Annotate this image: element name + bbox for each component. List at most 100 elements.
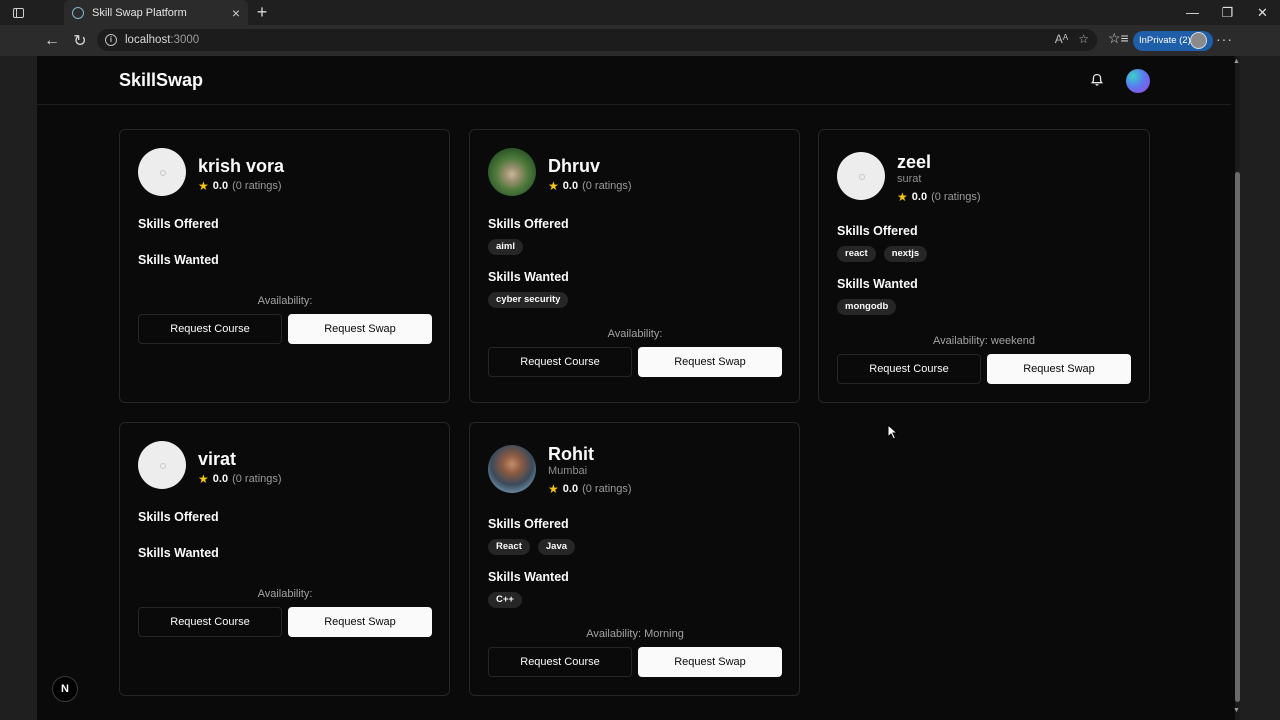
favorites-icon[interactable]: ☆≡ [1108, 30, 1129, 47]
skill-tag: react [837, 246, 876, 262]
star-icon: ★ [198, 472, 209, 486]
star-icon: ★ [548, 179, 559, 193]
address-bar: ← ↻ i localhost:3000 Aᴬ ☆ [0, 25, 1280, 56]
scroll-down-icon[interactable]: ▼ [1233, 707, 1240, 714]
skills-wanted-heading: Skills Wanted [138, 253, 219, 267]
user-location: surat [897, 173, 922, 185]
skill-tag: cyber security [488, 292, 569, 308]
minimize-icon[interactable]: — [1175, 0, 1210, 25]
request-course-button[interactable]: Request Course [837, 354, 981, 384]
user-name: virat [198, 449, 237, 469]
request-swap-button[interactable]: Request Swap [638, 647, 782, 677]
user-rating: ★ 0.0 (0 ratings) [548, 179, 632, 193]
skills-wanted-heading: Skills Wanted [488, 570, 569, 584]
site-info-icon[interactable]: i [105, 34, 117, 46]
window-controls: — ❐ ✕ [1175, 0, 1280, 25]
star-icon: ★ [548, 482, 559, 496]
skill-tag: C++ [488, 592, 522, 608]
refresh-icon[interactable]: ↻ [66, 27, 94, 55]
url-actions: Aᴬ ☆ [1055, 32, 1089, 46]
scroll-up-icon[interactable]: ▲ [1233, 58, 1240, 65]
skills-offered-tags: react nextjs [837, 246, 928, 262]
user-card: virat ★ 0.0 (0 ratings) Skills Offered S… [119, 422, 450, 696]
window-left-edge [0, 56, 37, 720]
ratings-count: (0 ratings) [931, 191, 981, 203]
user-rating: ★ 0.0 (0 ratings) [548, 482, 632, 496]
user-rating: ★ 0.0 (0 ratings) [897, 190, 981, 204]
tab-actions-icon[interactable] [0, 0, 36, 25]
skill-tag: mongodb [837, 299, 897, 315]
request-course-button[interactable]: Request Course [488, 647, 632, 677]
site-header: SkillSwap [37, 56, 1231, 105]
avatar [138, 148, 186, 196]
avatar [837, 152, 885, 200]
user-name: Dhruv [548, 156, 601, 176]
star-icon: ★ [897, 190, 908, 204]
skill-tag: aiml [488, 239, 524, 255]
rating-value: 0.0 [911, 191, 928, 203]
browser-titlebar: Skill Swap Platform × + — ❐ ✕ [0, 0, 1280, 25]
restore-icon[interactable]: ❐ [1210, 0, 1245, 25]
url-text: localhost:3000 [125, 34, 200, 46]
request-course-button[interactable]: Request Course [138, 607, 282, 637]
skills-offered-heading: Skills Offered [138, 510, 219, 524]
brand-logo[interactable]: SkillSwap [119, 70, 203, 91]
user-name: zeel [897, 152, 932, 172]
favorite-star-icon[interactable]: ☆ [1078, 32, 1089, 46]
request-swap-button[interactable]: Request Swap [288, 314, 432, 344]
url-field[interactable]: i localhost:3000 Aᴬ ☆ [97, 29, 1097, 51]
availability-text: Availability: [257, 588, 313, 600]
skills-offered-heading: Skills Offered [837, 224, 918, 238]
ratings-count: (0 ratings) [232, 180, 282, 192]
react-favicon-icon [72, 6, 84, 19]
skills-offered-heading: Skills Offered [488, 517, 569, 531]
skills-wanted-heading: Skills Wanted [488, 270, 569, 284]
skills-offered-heading: Skills Offered [488, 217, 569, 231]
skills-wanted-tags: mongodb [837, 299, 897, 315]
ratings-count: (0 ratings) [582, 483, 632, 495]
new-tab-icon[interactable]: + [254, 2, 270, 22]
request-course-button[interactable]: Request Course [488, 347, 632, 377]
request-swap-button[interactable]: Request Swap [288, 607, 432, 637]
tab-title: Skill Swap Platform [92, 6, 187, 19]
tab-close-icon[interactable]: × [232, 6, 240, 20]
profile-avatar[interactable] [1190, 32, 1207, 49]
ratings-count: (0 ratings) [232, 473, 282, 485]
rating-value: 0.0 [562, 483, 579, 495]
skills-wanted-tags: cyber security [488, 292, 569, 308]
skill-tag: nextjs [883, 246, 928, 262]
user-card: krish vora ★ 0.0 (0 ratings) Skills Offe… [119, 129, 450, 403]
user-location: Mumbai [548, 465, 588, 477]
scrollbar-thumb[interactable] [1235, 172, 1240, 702]
avatar [138, 441, 186, 489]
avatar [488, 445, 536, 493]
availability-text: Availability: weekend [933, 335, 1035, 347]
page-content: SkillSwap krish vora ★ 0.0 (0 ratings) S… [37, 56, 1231, 720]
window-right-edge [1240, 56, 1280, 720]
skills-wanted-heading: Skills Wanted [138, 546, 219, 560]
nextjs-dev-badge[interactable]: N [52, 676, 78, 702]
skills-wanted-tags: C++ [488, 592, 522, 608]
user-name: Rohit [548, 444, 594, 464]
request-swap-button[interactable]: Request Swap [987, 354, 1131, 384]
user-rating: ★ 0.0 (0 ratings) [198, 472, 282, 486]
more-options-icon[interactable]: ··· [1216, 31, 1233, 47]
notification-bell-icon[interactable] [1089, 72, 1105, 88]
close-window-icon[interactable]: ✕ [1245, 0, 1280, 25]
read-aloud-icon[interactable]: Aᴬ [1055, 32, 1068, 46]
rating-value: 0.0 [212, 180, 229, 192]
avatar [488, 148, 536, 196]
user-avatar[interactable] [1126, 69, 1150, 93]
user-rating: ★ 0.0 (0 ratings) [198, 179, 282, 193]
request-course-button[interactable]: Request Course [138, 314, 282, 344]
user-name: krish vora [198, 156, 285, 176]
user-card: Rohit Mumbai ★ 0.0 (0 ratings) Skills Of… [469, 422, 800, 696]
request-swap-button[interactable]: Request Swap [638, 347, 782, 377]
skills-offered-heading: Skills Offered [138, 217, 219, 231]
skills-offered-tags: React Java [488, 539, 576, 555]
skill-tag: React [488, 539, 530, 555]
browser-tab[interactable]: Skill Swap Platform × [64, 0, 248, 25]
ratings-count: (0 ratings) [582, 180, 632, 192]
back-icon[interactable]: ← [38, 27, 66, 55]
availability-text: Availability: [607, 328, 663, 340]
